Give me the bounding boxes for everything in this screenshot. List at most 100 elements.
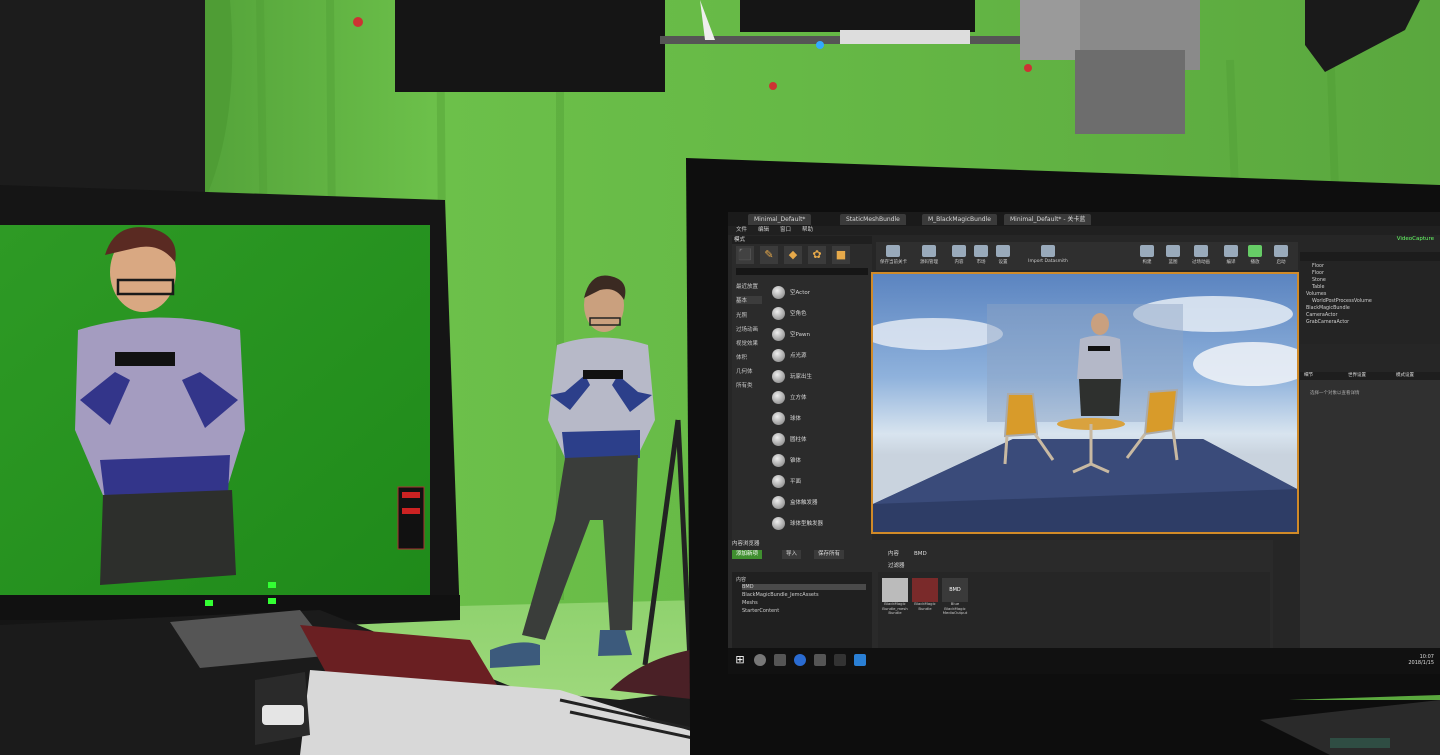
save-all-button[interactable]: 保存所有 <box>814 550 845 559</box>
import-datasmith-button[interactable]: Import Datasmith <box>1026 244 1070 268</box>
asset-tile[interactable]: BlackMagic Bundle_mesh Bundle <box>882 578 908 616</box>
modes-search-input[interactable] <box>736 268 868 275</box>
tab-mesh[interactable]: StaticMeshBundle <box>840 214 906 225</box>
breadcrumb-content[interactable]: 内容 <box>888 550 899 559</box>
modes-tab[interactable]: 模式 <box>734 236 745 244</box>
search-icon[interactable] <box>754 654 766 666</box>
place-item[interactable]: 锥体 <box>772 452 864 470</box>
place-item[interactable]: 空Actor <box>772 284 864 302</box>
tree-item[interactable]: StarterContent <box>742 608 779 614</box>
menu-file[interactable]: 文件 <box>736 226 747 235</box>
category-cinematic[interactable]: 过场动画 <box>736 325 758 333</box>
tab-world-settings[interactable]: 世界设置 <box>1348 372 1366 380</box>
menu-edit[interactable]: 编辑 <box>758 226 769 235</box>
landscape-mode-icon[interactable]: ◆ <box>784 246 802 264</box>
content-browser-tab[interactable]: 内容浏览器 <box>732 540 760 548</box>
save-button[interactable]: 保存当前关卡 <box>880 244 907 268</box>
outliner-row[interactable]: CameraActor <box>1306 313 1337 318</box>
details-panel: 细节 世界设置 模式设置 选择一个对象以查看详情 <box>1300 372 1440 674</box>
windows-start-icon[interactable]: ⊞ <box>734 654 746 666</box>
place-item-label: 空Pawn <box>790 332 810 338</box>
world-outliner: Floor Floor Stone Table Volumes WorldPos… <box>1300 252 1440 344</box>
place-item-label: 立方体 <box>790 395 807 401</box>
tree-item[interactable]: BMD <box>742 584 866 590</box>
geometry-mode-icon[interactable]: ■ <box>832 246 850 264</box>
datasmith-icon <box>1041 245 1055 257</box>
foliage-mode-icon[interactable]: ✿ <box>808 246 826 264</box>
place-item-label: 球体型触发器 <box>790 521 824 527</box>
place-item[interactable]: 空Pawn <box>772 326 864 344</box>
place-item[interactable]: 球体型触发器 <box>772 515 864 533</box>
place-item-label: 空Actor <box>790 290 810 296</box>
asset-tile[interactable]: BlackMagic Bundle <box>912 578 938 611</box>
build-button[interactable]: 构建 <box>1134 244 1160 268</box>
outliner-row[interactable]: Volumes <box>1306 292 1326 297</box>
category-geometry[interactable]: 几何体 <box>736 367 753 375</box>
asset-tile[interactable]: BMD Blue BlackMagic MediaOutput <box>942 578 968 616</box>
taskbar-clock: 10:07 2018/1/15 <box>1408 654 1434 666</box>
category-volumes[interactable]: 体积 <box>736 353 747 361</box>
add-new-button[interactable]: 添加新项 <box>732 550 763 559</box>
place-item[interactable]: 玩家出生 <box>772 368 864 386</box>
settings-label: 设置 <box>998 260 1008 265</box>
tree-item[interactable]: 内容 <box>736 576 746 583</box>
place-item-label: 球体 <box>790 416 802 422</box>
browser-icon[interactable] <box>794 654 806 666</box>
tab-level[interactable]: Minimal_Default* <box>748 214 812 225</box>
place-item[interactable]: 点光源 <box>772 347 864 365</box>
blueprints-button[interactable]: 蓝图 <box>1160 244 1186 268</box>
category-visual-effects[interactable]: 视觉效果 <box>736 339 758 347</box>
tree-item[interactable]: Meshs <box>742 600 758 606</box>
tab-level-blueprint[interactable]: Minimal_Default* - 关卡蓝 <box>1004 214 1092 225</box>
outliner-row[interactable]: Floor <box>1312 271 1324 276</box>
pawn-icon <box>772 328 785 341</box>
compile-button[interactable]: 编译 <box>1218 244 1244 268</box>
filter-button[interactable]: 过滤器 <box>888 562 905 571</box>
place-item[interactable]: 圆柱体 <box>772 431 864 449</box>
category-all-classes[interactable]: 所有类 <box>736 381 753 389</box>
outliner-row[interactable]: BlackMagicBundle <box>1306 306 1350 311</box>
asset-label: BlackMagic Bundle <box>914 601 936 611</box>
menu-window[interactable]: 窗口 <box>780 226 791 235</box>
outliner-row[interactable]: GrabCameraActor <box>1306 320 1349 325</box>
outliner-row[interactable]: Floor <box>1312 264 1324 269</box>
outliner-row[interactable]: WorldPostProcessVolume <box>1312 299 1372 304</box>
player-start-icon <box>772 370 785 383</box>
file-explorer-icon[interactable] <box>814 654 826 666</box>
import-button[interactable]: 导入 <box>782 550 802 559</box>
outliner-header <box>1300 252 1440 261</box>
clock-date: 2018/1/15 <box>1408 660 1434 666</box>
tab-details[interactable]: 细节 <box>1304 372 1313 380</box>
unreal-icon[interactable] <box>834 654 846 666</box>
place-item[interactable]: 平面 <box>772 473 864 491</box>
outliner-row[interactable]: Table <box>1312 285 1324 290</box>
category-lights[interactable]: 光照 <box>736 311 747 319</box>
task-view-icon[interactable] <box>774 654 786 666</box>
category-recent[interactable]: 最近放置 <box>736 282 758 290</box>
level-viewport[interactable] <box>871 272 1299 534</box>
asset-label: Blue BlackMagic MediaOutput <box>942 601 968 615</box>
place-item[interactable]: 立方体 <box>772 389 864 407</box>
source-control-button[interactable]: 源码管理 <box>916 244 942 268</box>
paint-mode-icon[interactable]: ✎ <box>760 246 778 264</box>
launch-button[interactable]: 启动 <box>1268 244 1294 268</box>
place-mode-icon[interactable]: ⬛ <box>736 246 754 264</box>
breadcrumb-bmd[interactable]: BMD <box>914 550 927 559</box>
app-icon[interactable] <box>854 654 866 666</box>
place-item[interactable]: 空角色 <box>772 305 864 323</box>
tree-item[interactable]: BlackMagicBundle_JemcAssets <box>742 592 819 598</box>
editor-tab-bar: Minimal_Default* StaticMeshBundle M_Blac… <box>728 212 1440 226</box>
cinematics-button[interactable]: 过场动画 <box>1188 244 1214 268</box>
unreal-editor-screen: Minimal_Default* StaticMeshBundle M_Blac… <box>728 212 1440 674</box>
settings-button[interactable]: 设置 <box>990 244 1016 268</box>
place-item-label: 平面 <box>790 479 802 485</box>
category-basic[interactable]: 基本 <box>736 296 762 304</box>
outliner-row[interactable]: Stone <box>1312 278 1326 283</box>
media-output-icon: BMD <box>942 578 968 602</box>
place-item[interactable]: 盒体触发器 <box>772 494 864 512</box>
place-item[interactable]: 球体 <box>772 410 864 428</box>
menu-help[interactable]: 帮助 <box>802 226 813 235</box>
tab-material[interactable]: M_BlackMagicBundle <box>922 214 997 225</box>
tab-mode-settings[interactable]: 模式设置 <box>1396 372 1414 380</box>
play-button[interactable]: 播放 <box>1242 244 1268 268</box>
